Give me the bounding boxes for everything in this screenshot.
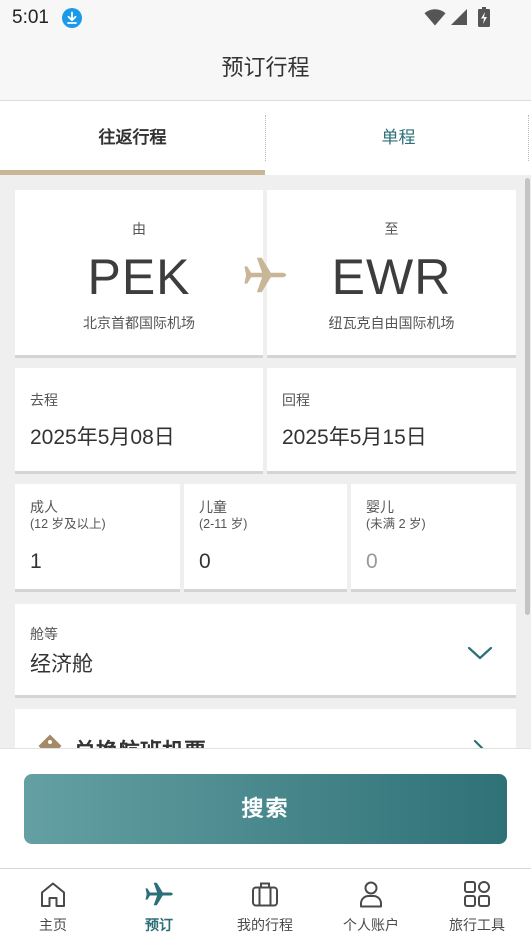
- tab-one-way[interactable]: 单程: [266, 101, 531, 175]
- origin-selector[interactable]: 由 PEK 北京首都国际机场: [15, 190, 263, 358]
- adult-count: 1: [30, 550, 42, 573]
- infant-age-note: (未满 2 岁): [366, 517, 426, 531]
- tab-round-trip[interactable]: 往返行程: [0, 101, 265, 175]
- child-label: 儿童: [199, 499, 227, 515]
- nav-label: 主页: [39, 917, 67, 933]
- origin-code: PEK: [87, 249, 191, 305]
- signal-icon: [450, 8, 468, 26]
- nav-item-account[interactable]: 个人账户: [318, 869, 424, 944]
- tab-edge-divider: [528, 115, 529, 161]
- infant-count-selector[interactable]: 婴儿 (未满 2 岁) 0: [351, 484, 516, 592]
- scrollbar[interactable]: [525, 178, 530, 615]
- nav-item-travel-tools[interactable]: 旅行工具: [424, 869, 530, 944]
- wifi-icon: [424, 8, 446, 26]
- search-button[interactable]: 搜索: [24, 774, 507, 844]
- tab-indicator: [0, 170, 265, 175]
- destination-code: EWR: [331, 249, 452, 305]
- status-bar: 5:01: [0, 0, 531, 36]
- tab-label: 往返行程: [98, 128, 167, 147]
- cabin-label: 舱等: [30, 626, 58, 642]
- infant-label: 婴儿: [366, 499, 394, 515]
- departure-date-picker[interactable]: 去程 2025年5月08日: [15, 368, 263, 474]
- airplane-icon: [242, 254, 288, 296]
- bottom-nav: 主页 预订 我的行程 个人账户 旅行工具: [0, 868, 531, 944]
- nav-label: 个人账户: [343, 917, 399, 933]
- nav-item-booking[interactable]: 预订: [106, 869, 212, 944]
- cabin-value: 经济舱: [30, 653, 93, 676]
- adult-count-selector[interactable]: 成人 (12 岁及以上) 1: [15, 484, 180, 592]
- tab-label: 单程: [381, 128, 416, 147]
- download-icon: [62, 8, 82, 28]
- nav-label: 预订: [145, 917, 173, 933]
- page-title: 预订行程: [221, 55, 310, 80]
- app-header: 预订行程: [0, 36, 531, 101]
- child-age-note: (2-11 岁): [199, 517, 248, 531]
- infant-count: 0: [366, 550, 378, 573]
- status-time: 5:01: [12, 7, 49, 28]
- departure-label: 去程: [30, 392, 58, 408]
- adult-age-note: (12 岁及以上): [30, 517, 106, 531]
- origin-airport-name: 北京首都国际机场: [83, 315, 195, 331]
- home-icon: [38, 879, 68, 909]
- child-count: 0: [199, 550, 211, 573]
- action-panel: 搜索: [0, 748, 531, 868]
- return-date: 2025年5月15日: [282, 426, 427, 449]
- destination-airport-name: 纽瓦克自由国际机场: [328, 315, 455, 331]
- cabin-class-dropdown[interactable]: 舱等 经济舱: [15, 604, 516, 698]
- destination-selector[interactable]: 至 EWR 纽瓦克自由国际机场: [267, 190, 516, 358]
- trip-type-tabs: 往返行程 单程: [0, 101, 531, 175]
- child-count-selector[interactable]: 儿童 (2-11 岁) 0: [184, 484, 347, 592]
- nav-label: 我的行程: [237, 917, 293, 933]
- origin-label: 由: [132, 221, 146, 237]
- grid-icon: [462, 879, 492, 909]
- airplane-icon: [144, 879, 174, 909]
- chevron-down-icon[interactable]: [467, 646, 493, 660]
- suitcase-icon: [250, 879, 280, 909]
- return-label: 回程: [282, 392, 310, 408]
- nav-label: 旅行工具: [449, 917, 505, 933]
- adult-label: 成人: [30, 499, 58, 515]
- nav-item-home[interactable]: 主页: [0, 869, 106, 944]
- nav-item-my-trips[interactable]: 我的行程: [212, 869, 318, 944]
- destination-label: 至: [384, 221, 399, 237]
- return-date-picker[interactable]: 回程 2025年5月15日: [267, 368, 516, 474]
- person-icon: [356, 879, 386, 909]
- departure-date: 2025年5月08日: [30, 426, 175, 449]
- battery-icon: [478, 7, 490, 27]
